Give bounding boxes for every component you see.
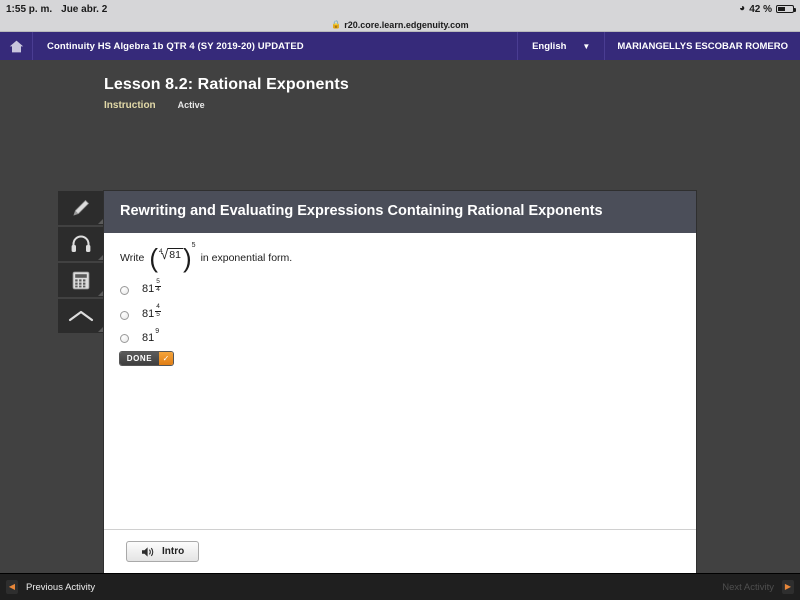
status-bar-right: ◕ 42 %	[739, 3, 796, 15]
radical: 4 √ 81	[158, 247, 183, 261]
question-prompt: Write ( 4 √ 81 ) 5 in exponential form.	[120, 242, 680, 274]
browser-url-bar[interactable]: 🔒 r20.core.learn.edgenuity.com	[0, 18, 800, 32]
page-title: Lesson 8.2: Rational Exponents	[104, 76, 349, 93]
intro-button-label: Intro	[162, 546, 185, 557]
language-label: English	[532, 40, 567, 52]
option-radio[interactable]	[120, 286, 129, 296]
battery-icon	[776, 5, 796, 13]
status-bar-left: 1:55 p. m. Jue abr. 2	[6, 4, 107, 15]
triangle-left-icon: ◀	[6, 580, 18, 594]
option-expression: 81 5 4	[142, 278, 161, 298]
battery-percent-label: 42 %	[749, 3, 772, 15]
ios-status-bar: 1:55 p. m. Jue abr. 2 ◕ 42 %	[0, 0, 800, 18]
course-title: Continuity HS Algebra 1b QTR 4 (SY 2019-…	[47, 40, 304, 52]
radicand: 81	[168, 247, 183, 261]
option-row[interactable]: 81 9	[120, 328, 680, 345]
speaker-icon	[142, 546, 154, 557]
outer-exponent: 5	[191, 242, 196, 250]
lesson-header: Lesson 8.2: Rational Exponents Instructi…	[0, 60, 800, 111]
exponent-fraction: 5 4	[155, 278, 161, 294]
headphones-icon	[71, 235, 91, 252]
status-date: Jue abr. 2	[61, 3, 108, 15]
tab-instruction[interactable]: Instruction	[104, 100, 156, 111]
option-expression: 81 4 5	[142, 303, 161, 323]
option-row[interactable]: 81 5 4	[120, 278, 680, 298]
exponent-fraction: 4 5	[155, 303, 161, 319]
option-base: 81	[142, 283, 155, 296]
previous-activity-label: Previous Activity	[26, 581, 96, 593]
tool-audio-button[interactable]	[58, 227, 104, 261]
option-expression: 81 9	[142, 328, 159, 345]
fraction-denominator: 5	[156, 310, 160, 318]
tool-pencil-button[interactable]	[58, 191, 104, 225]
home-icon	[9, 40, 23, 52]
fraction-denominator: 4	[156, 286, 160, 294]
option-radio[interactable]	[120, 310, 129, 320]
activity-nav-bar: ◀ Previous Activity Next Activity ▶	[0, 573, 800, 600]
option-base: 81	[142, 332, 155, 345]
option-radio[interactable]	[120, 333, 129, 343]
question-suffix: in exponential form.	[200, 252, 293, 265]
tool-calculator-button[interactable]	[58, 263, 104, 297]
url-text: r20.core.learn.edgenuity.com	[344, 19, 469, 30]
next-activity-button[interactable]: Next Activity ▶	[722, 580, 794, 594]
option-row[interactable]: 81 4 5	[120, 303, 680, 323]
check-icon: ✓	[159, 352, 173, 366]
exponent-integer: 9	[155, 328, 160, 336]
card-body: Write ( 4 √ 81 ) 5 in exponential form.	[104, 233, 696, 366]
question-prefix: Write	[120, 252, 145, 265]
card-banner-title: Rewriting and Evaluating Expressions Con…	[104, 191, 696, 234]
home-button[interactable]	[0, 32, 33, 60]
answer-options: 81 5 4 81 4 5 81 9	[120, 278, 680, 345]
lesson-content-card: Rewriting and Evaluating Expressions Con…	[104, 191, 696, 573]
chevron-down-icon: ▼	[582, 41, 591, 51]
app-nav-bar: Continuity HS Algebra 1b QTR 4 (SY 2019-…	[0, 32, 800, 60]
user-name-label[interactable]: MARIANGELLYS ESCOBAR ROMERO	[605, 32, 800, 60]
card-footer: Intro	[104, 529, 696, 573]
tab-active[interactable]: Active	[178, 100, 205, 110]
previous-activity-button[interactable]: ◀ Previous Activity	[6, 580, 95, 594]
intro-button[interactable]: Intro	[126, 541, 200, 562]
status-time: 1:55 p. m.	[6, 3, 53, 15]
triangle-right-icon: ▶	[782, 580, 794, 594]
option-base: 81	[142, 307, 155, 320]
radical-expression: ( 4 √ 81 ) 5	[149, 242, 195, 274]
pencil-icon	[73, 199, 90, 216]
tool-rail	[58, 191, 104, 333]
lesson-tabs: Instruction Active	[104, 100, 800, 111]
language-selector[interactable]: English ▼	[517, 32, 606, 60]
tool-collapse-button[interactable]	[58, 299, 104, 333]
open-paren: (	[149, 243, 158, 274]
radical-sign: √	[160, 246, 169, 263]
done-button[interactable]: DONE ✓	[120, 352, 173, 366]
next-activity-label: Next Activity	[722, 581, 774, 593]
lesson-stage: Lesson 8.2: Rational Exponents Instructi…	[0, 60, 800, 592]
calculator-icon	[72, 271, 90, 289]
chevron-up-icon	[68, 310, 94, 322]
close-paren: )	[182, 243, 192, 274]
done-button-label: DONE	[120, 352, 159, 366]
wifi-icon: ◕	[739, 3, 746, 14]
lock-icon: 🔒	[331, 20, 342, 29]
